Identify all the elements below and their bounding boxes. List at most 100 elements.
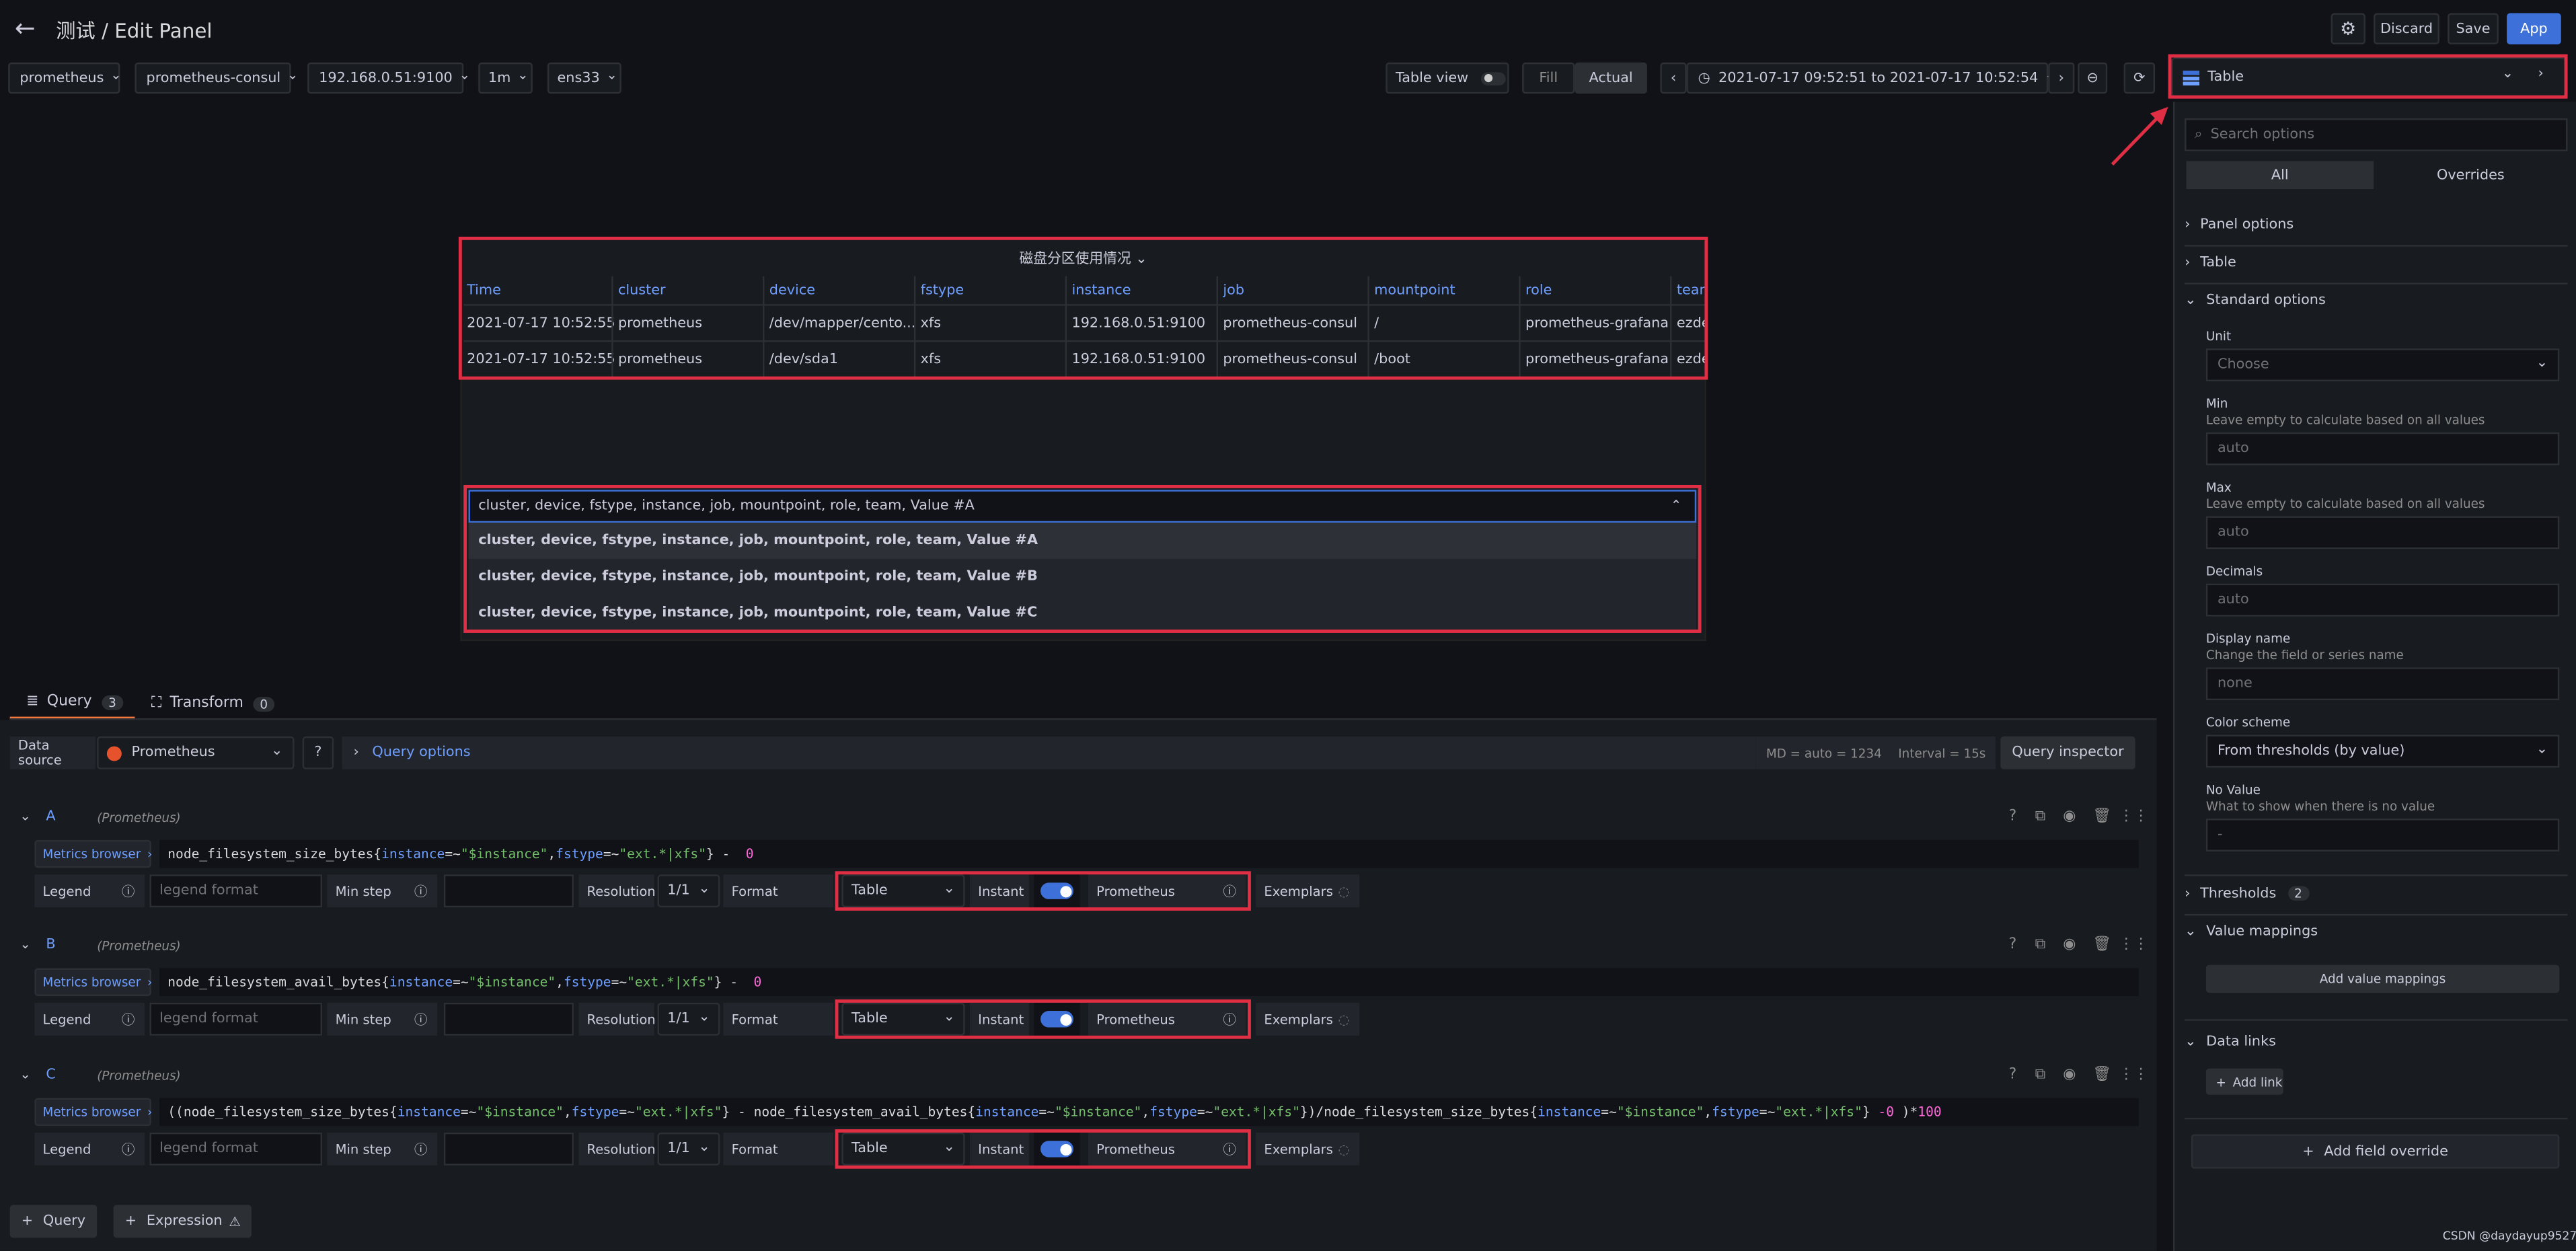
options-section-standard[interactable]: ⌄ Standard options — [2185, 293, 2326, 309]
chevron-down-icon: ⌄ — [2185, 923, 2197, 940]
display-name-input[interactable]: none — [2205, 667, 2560, 701]
min-step-input[interactable] — [443, 874, 574, 908]
query-expression-c[interactable]: ((node_filesystem_size_bytes{instance =~ "… — [159, 1098, 2139, 1127]
help-icon[interactable]: ? — [2009, 937, 2017, 953]
query-row-header[interactable]: ⌄ B (Prometheus) ? ⧉ ◉ 🗑 ⋮⋮ — [9, 932, 2148, 962]
fill-button[interactable]: Fill — [1522, 62, 1575, 94]
warning-icon: ⚠ — [229, 1213, 241, 1229]
query-token: { — [1529, 1104, 1538, 1120]
time-back-button[interactable]: ‹ — [1660, 62, 1687, 94]
query-token: -0 — [1878, 1104, 1894, 1120]
refresh-button[interactable]: ⟳ — [2123, 62, 2156, 94]
unit-select[interactable]: Choose ⌄ — [2205, 348, 2560, 382]
tab-transform[interactable]: ⛶ Transform 0 — [148, 687, 280, 720]
eye-slash-icon[interactable]: ◌ — [1338, 1141, 1349, 1156]
legend-input[interactable]: legend format — [149, 874, 323, 908]
query-token: "ext.*|xfs" — [1775, 1104, 1862, 1120]
tab-overrides[interactable]: Overrides — [2377, 161, 2565, 190]
var-device[interactable]: ens33 — [547, 62, 621, 94]
options-section-table[interactable]: › Table — [2185, 255, 2236, 271]
options-section-thresholds[interactable]: › Thresholds 2 — [2185, 886, 2309, 903]
eye-icon[interactable]: ◉ — [2063, 937, 2076, 953]
query-token: (( — [167, 1104, 184, 1120]
settings-button[interactable]: ⚙ — [2331, 13, 2365, 44]
time-forward-button[interactable]: › — [2048, 62, 2075, 94]
add-link-button[interactable]: + Add link — [2205, 1068, 2283, 1095]
tab-query-count: 3 — [102, 694, 123, 710]
help-icon[interactable]: ? — [2009, 1067, 2017, 1083]
min-input[interactable]: auto — [2205, 432, 2560, 465]
add-query-button[interactable]: + Query — [9, 1205, 98, 1238]
query-options-toggle[interactable]: › Query options — [342, 736, 1756, 769]
query-expression-b[interactable]: node_filesystem_avail_bytes{instance =~ "$… — [159, 968, 2139, 997]
apply-button[interactable]: App — [2507, 13, 2561, 44]
save-button[interactable]: Save — [2448, 13, 2499, 44]
query-row-header[interactable]: ⌄ A (Prometheus) ? ⧉ ◉ 🗑 ⋮⋮ — [9, 804, 2148, 834]
decimals-input[interactable]: auto — [2205, 583, 2560, 617]
query-inspector-button[interactable]: Query inspector — [2000, 736, 2135, 769]
eye-slash-icon[interactable]: ◌ — [1338, 884, 1349, 899]
zoom-out-button[interactable]: ⊖ — [2078, 62, 2108, 94]
trash-icon[interactable]: 🗑 — [2092, 808, 2111, 825]
actual-button[interactable]: Actual — [1575, 62, 1647, 94]
add-value-mappings-label: Add value mappings — [2319, 971, 2446, 987]
resolution-select[interactable]: 1/1 ⌄ — [657, 874, 720, 908]
color-scheme-select[interactable]: From thresholds (by value) ⌄ — [2205, 734, 2560, 768]
query-expression-a[interactable]: node_filesystem_size_bytes{instance =~ "$i… — [159, 839, 2139, 868]
back-button[interactable]: ← — [15, 13, 41, 43]
legend-input[interactable]: legend format — [149, 1132, 323, 1166]
resolution-select[interactable]: 1/1 ⌄ — [657, 1002, 720, 1036]
duplicate-icon[interactable]: ⧉ — [2035, 1067, 2046, 1083]
resolution-select[interactable]: 1/1 ⌄ — [657, 1132, 720, 1166]
legend-label: Legend ⓘ — [34, 1132, 145, 1166]
metrics-browser-button[interactable]: Metrics browser › — [34, 839, 152, 868]
tab-all[interactable]: All — [2186, 161, 2374, 190]
drag-handle-icon[interactable]: ⋮⋮ — [2119, 937, 2148, 953]
datasource-picker[interactable]: Prometheus ⌄ — [97, 736, 295, 769]
discard-button[interactable]: Discard — [2374, 13, 2439, 44]
eye-icon[interactable]: ◉ — [2063, 1067, 2076, 1083]
time-range-picker[interactable]: ◷ 2021-07-17 09:52:51 to 2021-07-17 10:5… — [1686, 62, 2049, 94]
add-expression-button[interactable]: + Expression ⚠ — [113, 1205, 252, 1238]
options-search[interactable]: ⌕ Search options — [2185, 118, 2568, 151]
min-step-input[interactable] — [443, 1002, 574, 1036]
exemplars-label: Exemplars ◌ — [1256, 1002, 1360, 1036]
query-ref-id[interactable]: B — [46, 937, 55, 953]
datasource-help-button[interactable]: ? — [302, 736, 334, 769]
trash-icon[interactable]: 🗑 — [2092, 937, 2111, 953]
metrics-browser-button[interactable]: Metrics browser › — [34, 968, 152, 997]
eye-slash-icon[interactable]: ◌ — [1338, 1012, 1349, 1026]
max-input[interactable]: auto — [2205, 516, 2560, 549]
drag-handle-icon[interactable]: ⋮⋮ — [2119, 808, 2148, 825]
eye-icon[interactable]: ◉ — [2063, 808, 2076, 825]
metrics-browser-label: Metrics browser — [42, 846, 141, 862]
tab-query[interactable]: ≣ Query 3 — [9, 687, 135, 720]
var-datasource[interactable]: prometheus — [8, 62, 120, 94]
query-token: =~ — [460, 1104, 477, 1120]
table-view-toggle[interactable]: Table view — [1386, 62, 1509, 94]
add-field-override-button[interactable]: + Add field override — [2191, 1134, 2560, 1169]
duplicate-icon[interactable]: ⧉ — [2035, 937, 2046, 953]
metrics-browser-button[interactable]: Metrics browser › — [34, 1098, 152, 1127]
max-label: Max — [2205, 480, 2232, 495]
help-icon[interactable]: ? — [2009, 808, 2017, 825]
query-token: node_filesystem_size_bytes — [167, 846, 374, 862]
drag-handle-icon[interactable]: ⋮⋮ — [2119, 1067, 2148, 1083]
query-row-header[interactable]: ⌄ C (Prometheus) ? ⧉ ◉ 🗑 ⋮⋮ — [9, 1061, 2148, 1092]
query-ref-id[interactable]: C — [46, 1067, 56, 1083]
trash-icon[interactable]: 🗑 — [2092, 1067, 2111, 1083]
query-ref-id[interactable]: A — [46, 808, 55, 825]
var-instance[interactable]: 192.168.0.51:9100 — [307, 62, 464, 94]
min-step-input[interactable] — [443, 1132, 574, 1166]
legend-input[interactable]: legend format — [149, 1002, 323, 1036]
no-value-input[interactable]: - — [2205, 819, 2560, 851]
var-job[interactable]: prometheus-consul — [135, 62, 291, 94]
var-interval[interactable]: 1m — [478, 62, 533, 94]
chevron-down-icon: ⌄ — [698, 880, 710, 898]
options-section-panel-options[interactable]: › Panel options — [2185, 217, 2294, 233]
options-section-value-mappings[interactable]: ⌄ Value mappings — [2185, 924, 2318, 940]
options-section-data-links[interactable]: ⌄ Data links — [2185, 1034, 2276, 1050]
no-value-hint: What to show when there is no value — [2205, 798, 2435, 814]
duplicate-icon[interactable]: ⧉ — [2035, 808, 2046, 825]
add-value-mappings-button[interactable]: Add value mappings — [2205, 964, 2560, 993]
